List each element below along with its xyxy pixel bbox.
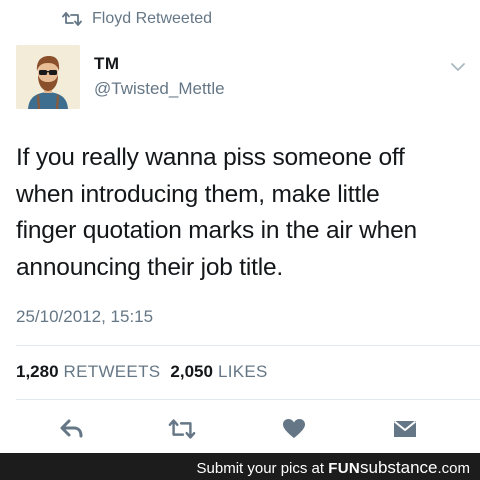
watermark-brand-rest: substance <box>359 458 438 477</box>
tweet-stats: 1,280 RETWEETS 2,050 LIKES <box>16 362 268 382</box>
avatar[interactable] <box>16 45 80 109</box>
divider <box>16 399 480 400</box>
retweet-icon <box>168 419 196 439</box>
reply-icon <box>60 419 83 438</box>
watermark-brand-bold: FUN <box>328 460 360 477</box>
divider <box>16 345 480 346</box>
reply-button[interactable] <box>58 416 86 442</box>
retweet-icon <box>62 12 82 26</box>
tweet-line: when introducing them, make little <box>16 180 380 208</box>
tweet-timestamp[interactable]: 25/10/2012, 15:15 <box>16 307 153 327</box>
direct-message-icon <box>393 420 417 437</box>
tweet-line: If you really wanna piss someone off <box>16 144 405 171</box>
watermark-prefix: Submit your pics at <box>196 460 325 477</box>
retweeter-label: Floyd Retweeted <box>92 10 213 27</box>
bearded-man-avatar-image <box>16 45 80 109</box>
direct-message-button[interactable] <box>391 416 419 442</box>
retweet-context[interactable]: Floyd Retweeted <box>62 9 212 29</box>
retweets-count[interactable]: 1,280 <box>16 362 59 382</box>
watermark-brand-tld: .com <box>437 460 470 477</box>
likes-count[interactable]: 2,050 <box>170 362 213 382</box>
tweet-line: announcing their job title. <box>16 253 284 281</box>
retweet-button[interactable] <box>168 416 196 442</box>
watermark-text: Submit your pics at FUNsubstance.com <box>197 458 470 478</box>
author-handle[interactable]: @Twisted_Mettle <box>94 79 225 99</box>
retweets-label[interactable]: RETWEETS <box>64 362 161 382</box>
chevron-down-icon[interactable] <box>450 60 466 74</box>
likes-label[interactable]: LIKES <box>218 362 268 382</box>
watermark-footer: Submit your pics at FUNsubstance.com <box>0 453 480 480</box>
author-display-name[interactable]: TM <box>94 54 120 74</box>
like-button[interactable] <box>280 416 308 442</box>
heart-icon <box>283 419 305 438</box>
tweet-text: If you really wanna piss someone off whe… <box>16 140 468 286</box>
tweet-line: finger quotation marks in the air when <box>16 217 417 244</box>
